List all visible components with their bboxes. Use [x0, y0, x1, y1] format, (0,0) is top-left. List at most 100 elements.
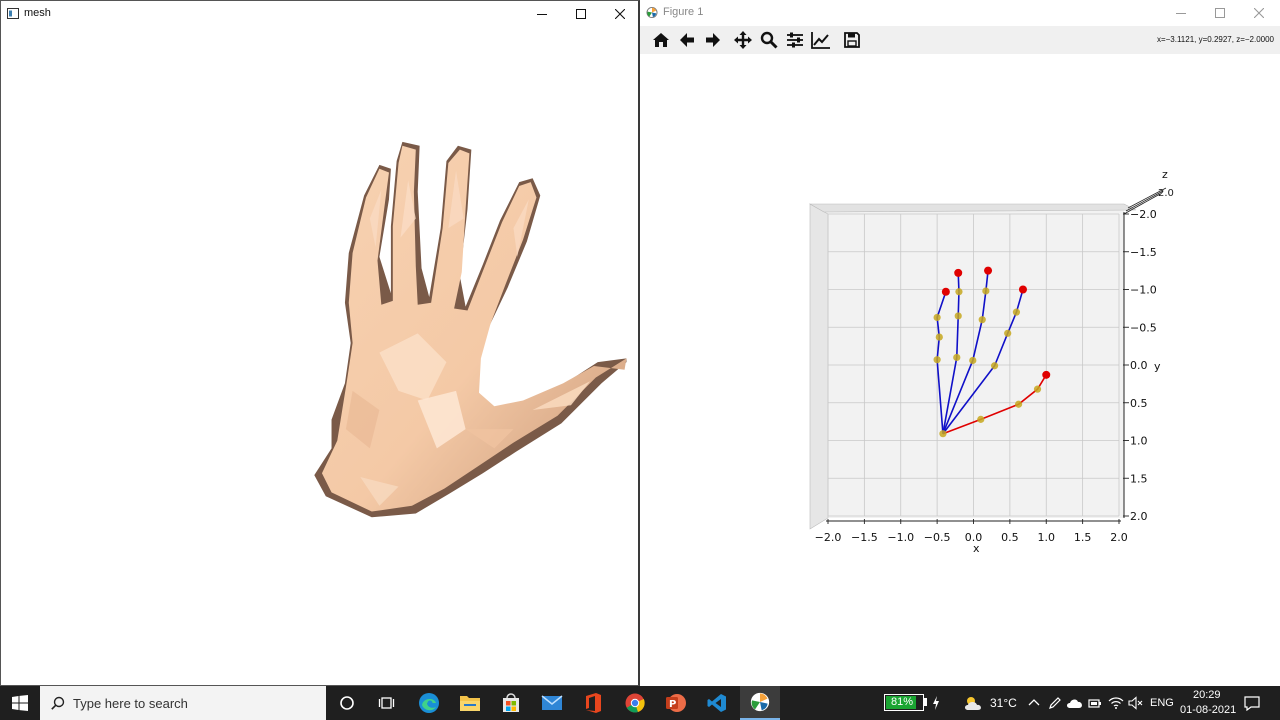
- y-tick-label: 0.5: [1130, 397, 1148, 410]
- chevron-up-icon[interactable]: [1028, 698, 1040, 706]
- joint-point: [1033, 385, 1042, 393]
- cursor-coordinates: x=−3.1121, y=0.2927, z=−2.0000: [1156, 35, 1274, 44]
- language-indicator[interactable]: ENG: [1150, 697, 1174, 709]
- battery-tray-icon[interactable]: [1088, 697, 1102, 709]
- joint-point: [982, 287, 990, 295]
- x-tick-label: 1.5: [1074, 531, 1092, 544]
- joint-point: [935, 333, 943, 341]
- y-tick-label: 2.0: [1130, 510, 1148, 523]
- move-arrows-icon: [734, 31, 752, 49]
- minimize-button[interactable]: [522, 1, 562, 27]
- minimize-icon: [1176, 13, 1186, 14]
- edge-browser-icon: [419, 693, 439, 713]
- maximize-button[interactable]: [561, 1, 601, 27]
- close-icon: [1254, 8, 1264, 18]
- mesh-titlebar[interactable]: mesh: [1, 1, 638, 27]
- app-window-icon: [7, 8, 19, 19]
- temperature-text: 31°C: [990, 696, 1017, 710]
- x-axis-label: x: [973, 542, 980, 555]
- speaker-muted-icon[interactable]: [1128, 696, 1144, 710]
- zoom-button[interactable]: [757, 29, 781, 51]
- fingertip-point: [1042, 370, 1051, 379]
- notification-center-icon[interactable]: [1244, 696, 1260, 711]
- z-axis-label: z: [1162, 168, 1168, 181]
- x-tick-labels: −2.0 −1.5 −1.0 −0.5 0.0 0.5 1.0 1.5 2.0: [815, 531, 1128, 544]
- 3d-plot-canvas[interactable]: −2.0 −1.5 −1.0 −0.5 0.0 0.5 1.0 1.5 2.0 −2.0 −1.5…: [640, 54, 1280, 686]
- svg-text:P: P: [669, 699, 676, 710]
- chrome-app-button[interactable]: [615, 686, 655, 720]
- cortana-button[interactable]: [327, 686, 367, 720]
- search-placeholder: Type here to search: [73, 696, 188, 711]
- y-tick-label: 1.0: [1130, 435, 1148, 448]
- figure-titlebar[interactable]: Figure 1: [640, 0, 1280, 26]
- x-tick-label: −0.5: [924, 531, 951, 544]
- joint-point: [953, 353, 961, 362]
- joint-point: [990, 362, 999, 370]
- y-tick-label: −0.5: [1130, 321, 1157, 334]
- fingertip-point: [954, 268, 963, 277]
- joint-point: [1012, 308, 1021, 316]
- hand-mesh-render[interactable]: [1, 27, 641, 659]
- minimize-button[interactable]: [1161, 0, 1201, 26]
- clock-date[interactable]: 01-08-2021: [1180, 704, 1236, 716]
- windows-logo-icon: [12, 695, 28, 711]
- store-app-button[interactable]: [491, 686, 531, 720]
- edge-app-button[interactable]: [409, 686, 449, 720]
- battery-tip: [924, 698, 927, 706]
- office-logo-icon: [586, 693, 601, 713]
- taskbar: Type here to search P 81% 31°C ENG 20:29…: [0, 686, 1280, 720]
- wifi-icon[interactable]: [1108, 696, 1124, 710]
- joint-point: [969, 356, 977, 365]
- joint-point: [954, 312, 962, 320]
- mail-envelope-icon: [541, 695, 563, 710]
- arrow-left-icon: [680, 33, 694, 47]
- shopping-bag-icon: [503, 693, 519, 712]
- edit-axes-button[interactable]: [809, 29, 833, 51]
- joint-point: [933, 313, 941, 322]
- file-explorer-button[interactable]: [450, 686, 490, 720]
- taskbar-search-box[interactable]: Type here to search: [40, 686, 326, 720]
- arrow-right-icon: [706, 33, 720, 47]
- office-app-button[interactable]: [573, 686, 613, 720]
- joint-point: [978, 316, 986, 324]
- floppy-disk-icon: [844, 32, 860, 48]
- y-tick-label: −2.0: [1130, 208, 1157, 221]
- task-view-button[interactable]: [367, 686, 407, 720]
- matplotlib-icon: [750, 692, 770, 712]
- onedrive-cloud-icon[interactable]: [1066, 697, 1084, 709]
- close-button[interactable]: [1239, 0, 1279, 26]
- x-tick-label: −2.0: [815, 531, 842, 544]
- mail-app-button[interactable]: [532, 686, 572, 720]
- x-tick-label: −1.0: [887, 531, 914, 544]
- close-icon: [615, 9, 625, 19]
- close-button[interactable]: [600, 1, 640, 27]
- clock-time[interactable]: 20:29: [1193, 689, 1221, 701]
- battery-percent: 81%: [891, 696, 914, 708]
- figure-window: Figure 1 x=−3.1121, y=0.2927, z=−2.0000 …: [640, 0, 1280, 686]
- sliders-icon: [787, 32, 803, 48]
- pan-button[interactable]: [731, 29, 755, 51]
- maximize-icon: [576, 9, 586, 19]
- vscode-app-button[interactable]: [697, 686, 737, 720]
- y-tick-label: −1.0: [1130, 284, 1157, 297]
- joint-point: [939, 430, 947, 438]
- powerpoint-app-button[interactable]: P: [656, 686, 696, 720]
- window-title: mesh: [24, 7, 51, 19]
- weather-partly-sunny-icon[interactable]: [963, 695, 985, 711]
- y-tick-labels: −2.0 −1.5 −1.0 −0.5 0.0 0.5 1.0 1.5 2.0: [1130, 208, 1157, 523]
- matplotlib-figure-app-button[interactable]: [740, 686, 780, 720]
- pen-workspace-icon[interactable]: [1048, 696, 1062, 710]
- start-button[interactable]: [0, 686, 40, 720]
- home-button[interactable]: [649, 29, 673, 51]
- save-figure-button[interactable]: [840, 29, 864, 51]
- fingertip-point: [1018, 285, 1027, 294]
- cortana-circle-icon: [340, 696, 354, 710]
- configure-subplots-button[interactable]: [783, 29, 807, 51]
- maximize-button[interactable]: [1200, 0, 1240, 26]
- battery-indicator[interactable]: 81%: [884, 694, 924, 711]
- back-button[interactable]: [675, 29, 699, 51]
- mesh-window: mesh: [0, 0, 640, 686]
- plot-side-pane: [809, 203, 829, 530]
- forward-button[interactable]: [701, 29, 725, 51]
- y-axis-label: y: [1154, 360, 1161, 373]
